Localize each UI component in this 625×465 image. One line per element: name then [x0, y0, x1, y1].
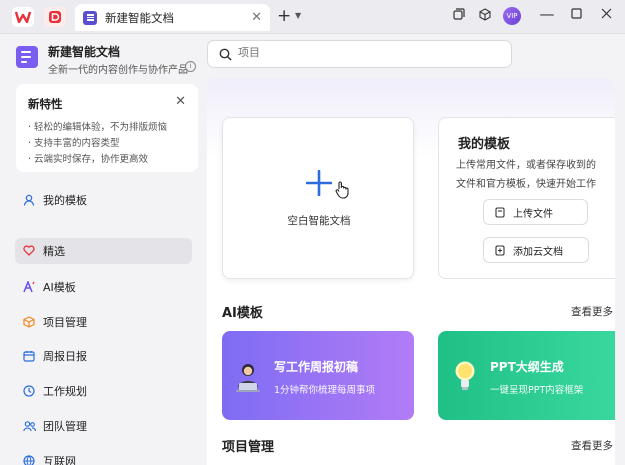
- close-icon[interactable]: ✕: [175, 94, 186, 109]
- sidebar-item-label: 互联网: [43, 455, 76, 465]
- calendar-icon: [23, 350, 35, 362]
- sidebar-item-internet[interactable]: 互联网: [15, 448, 192, 465]
- docs-app-icon[interactable]: [44, 7, 66, 27]
- sidebar-item-label: 工作规划: [43, 385, 87, 398]
- tab-title: 新建智能文档: [105, 10, 174, 25]
- heart-icon: [23, 245, 35, 257]
- new-features-panel: 新特性 ✕ · 轻松的编辑体验，不为排版烦恼 · 支持丰富的内容类型 · 云端实…: [16, 84, 198, 172]
- my-templates-desc: 上传常用文件，或者保存收到的: [456, 160, 596, 171]
- title-bar: 新建智能文档 ✕ + ▼ VIP —: [0, 0, 625, 34]
- sidebar-item-ai-templates[interactable]: AI模板: [15, 274, 192, 300]
- ai-templates-more-link[interactable]: 查看更多: [571, 304, 613, 319]
- user-icon: [23, 194, 35, 206]
- ai-card-title: PPT大纲生成: [490, 360, 564, 374]
- tab-close-icon[interactable]: ✕: [251, 10, 262, 25]
- my-templates-card: 我的模板 上传常用文件，或者保存收到的 文件和官方模板，快速开始工作 上传文件 …: [438, 117, 615, 279]
- sidebar-item-team-management[interactable]: 团队管理: [15, 413, 192, 439]
- clock-icon: [23, 385, 35, 397]
- sidebar-item-label: AI模板: [43, 281, 76, 294]
- sidebar-item-label: 周报日报: [43, 350, 87, 363]
- sidebar: 新建智能文档 全新一代的内容创作与协作产品 i 新特性 ✕ · 轻松的编辑体验，…: [0, 34, 204, 465]
- wps-logo-icon[interactable]: [12, 7, 34, 27]
- maximize-icon[interactable]: [566, 8, 586, 23]
- new-tab-button[interactable]: +: [277, 6, 291, 26]
- person-laptop-icon: [236, 364, 260, 392]
- upload-file-label: 上传文件: [513, 208, 553, 220]
- add-cloud-doc-label: 添加云文档: [513, 246, 563, 258]
- ai-card-title: 写工作周报初稿: [274, 360, 359, 374]
- sidebar-item-project-management[interactable]: 项目管理: [15, 309, 192, 335]
- search-box[interactable]: [207, 40, 512, 68]
- ai-card-subtitle: 一键呈现PPT内容框架: [490, 385, 584, 396]
- brand-title: 新建智能文档: [48, 45, 121, 59]
- main-panel: 空白智能文档 我的模板 上传常用文件，或者保存收到的 文件和官方模板，快速开始工…: [207, 78, 615, 465]
- brand-subtitle: 全新一代的内容创作与协作产品: [48, 65, 188, 76]
- smart-doc-tab-icon: [83, 10, 97, 25]
- sidebar-item-label: 我的模板: [43, 194, 87, 207]
- ai-templates-heading: AI模板: [222, 306, 263, 321]
- my-templates-title: 我的模板: [458, 137, 511, 152]
- project-management-heading: 项目管理: [222, 440, 275, 455]
- blank-doc-label: 空白智能文档: [287, 215, 351, 227]
- hand-cursor-icon: [335, 181, 349, 199]
- close-window-icon[interactable]: [596, 8, 616, 23]
- feature-item: · 轻松的编辑体验，不为排版烦恼: [28, 122, 168, 133]
- plus-icon: [306, 170, 332, 196]
- sidebar-item-label: 团队管理: [43, 420, 87, 433]
- ai-card-weekly-report[interactable]: 写工作周报初稿 1分钟帮你梳理每周事项: [222, 331, 414, 420]
- my-templates-desc: 文件和官方模板，快速开始工作: [456, 179, 596, 190]
- lightbulb-icon: [455, 361, 475, 390]
- search-icon: [219, 48, 232, 61]
- smart-doc-icon: [16, 46, 38, 68]
- info-icon[interactable]: i: [185, 61, 196, 72]
- cube-icon[interactable]: [475, 8, 495, 25]
- ai-card-ppt-outline[interactable]: PPT大纲生成 一键呈现PPT内容框架: [438, 331, 615, 420]
- team-icon: [23, 420, 37, 432]
- sidebar-item-featured[interactable]: 精选: [15, 238, 192, 264]
- chevron-down-icon[interactable]: ▼: [295, 11, 301, 20]
- add-cloud-doc-button[interactable]: 添加云文档: [483, 237, 589, 263]
- user-avatar[interactable]: VIP: [503, 7, 521, 25]
- project-management-more-link[interactable]: 查看更多: [571, 438, 613, 453]
- sidebar-item-work-planning[interactable]: 工作规划: [15, 378, 192, 404]
- sidebar-item-label: 项目管理: [43, 316, 87, 329]
- blank-smart-doc-card[interactable]: 空白智能文档: [222, 117, 414, 279]
- add-file-icon: [495, 244, 505, 256]
- new-features-title: 新特性: [28, 97, 63, 111]
- sidebar-item-weekly-daily-report[interactable]: 周报日报: [15, 343, 192, 369]
- minimize-icon[interactable]: —: [537, 5, 557, 23]
- upload-file-button[interactable]: 上传文件: [483, 199, 588, 225]
- feature-item: · 云端实时保存，协作更高效: [28, 154, 149, 165]
- ai-icon: [23, 279, 35, 293]
- tab-new-smart-doc[interactable]: 新建智能文档 ✕: [75, 4, 270, 31]
- globe-icon: [23, 455, 35, 465]
- file-icon: [495, 206, 505, 218]
- ai-card-subtitle: 1分钟帮你梳理每周事项: [274, 385, 376, 396]
- search-input[interactable]: [238, 46, 478, 59]
- restore-tabs-icon[interactable]: [449, 8, 469, 24]
- sidebar-item-my-templates[interactable]: 我的模板: [15, 187, 192, 213]
- sidebar-item-label: 精选: [43, 245, 65, 258]
- feature-item: · 支持丰富的内容类型: [28, 138, 120, 149]
- box-icon: [23, 316, 35, 328]
